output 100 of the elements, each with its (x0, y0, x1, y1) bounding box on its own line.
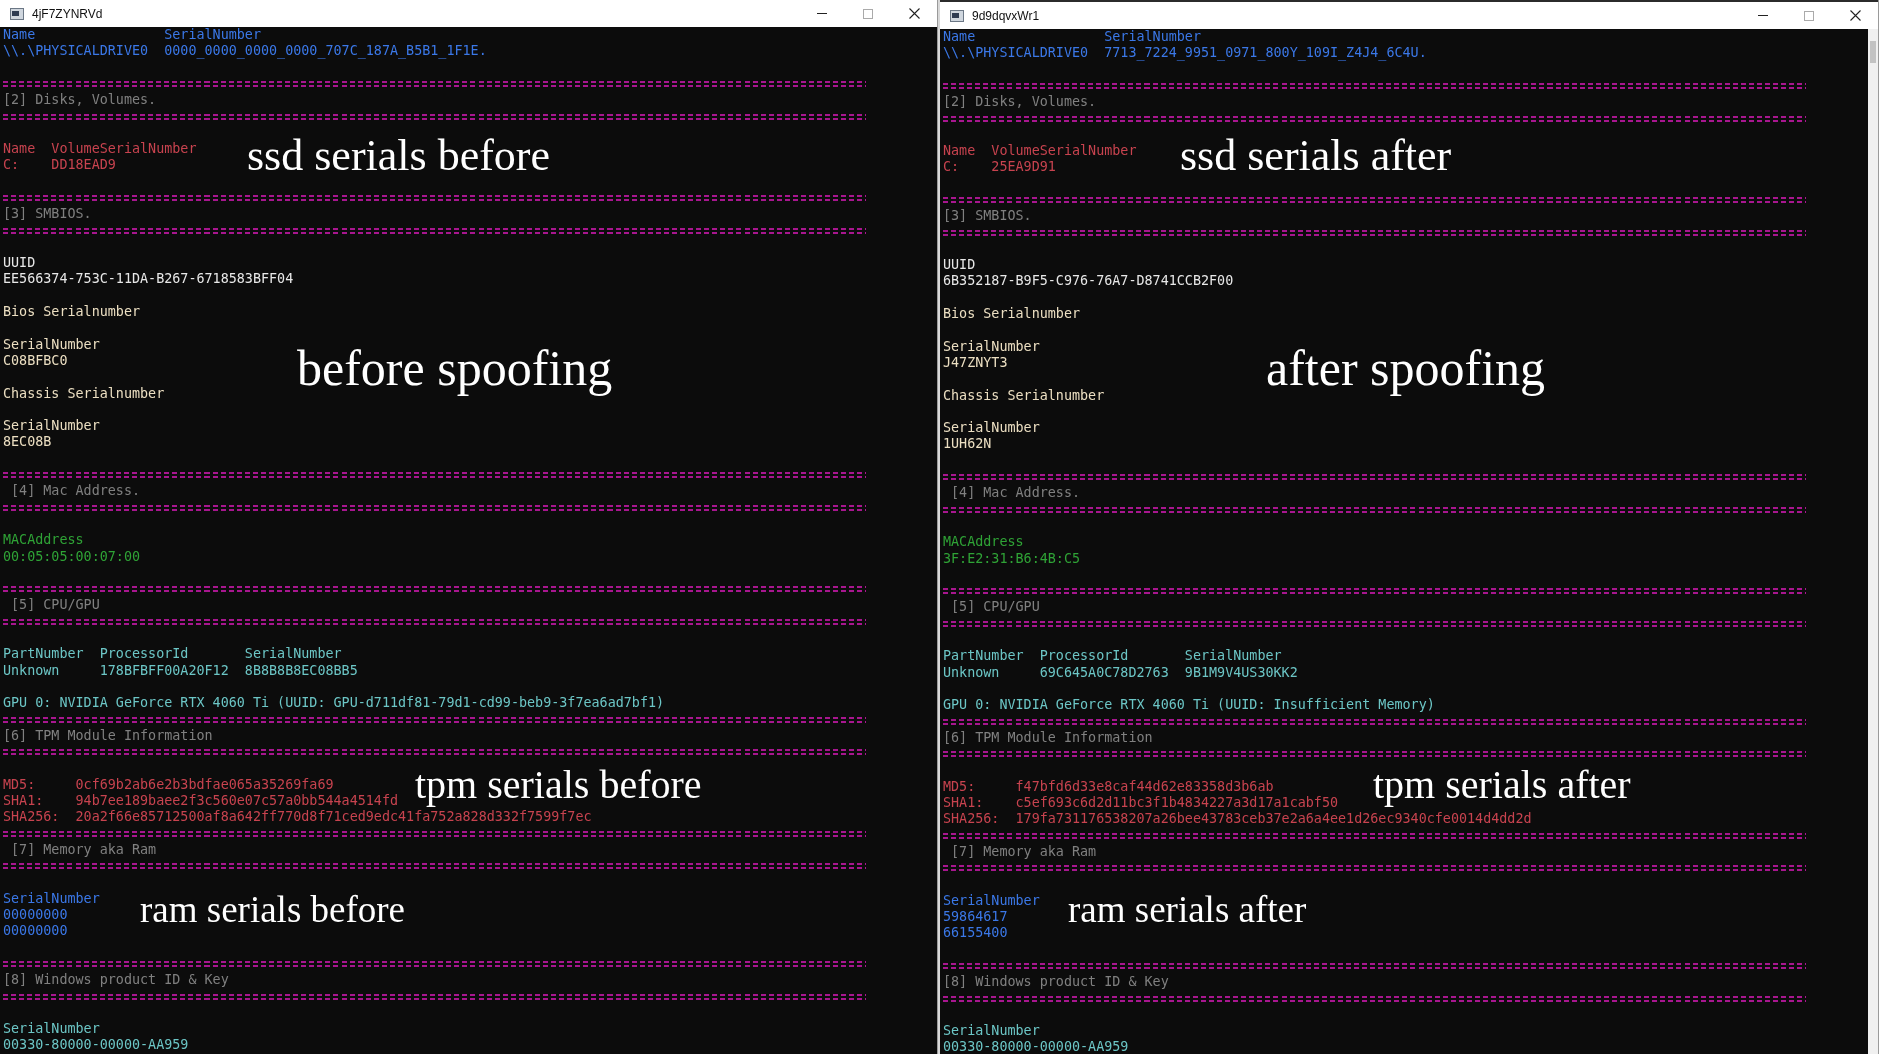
console-text: 0cf69b2ab6e2b3bdfae065a35269fa69 (75, 776, 334, 793)
console-text: 00330-80000-00000-AA959 (3, 1037, 189, 1053)
console-text: MACAddress (3, 532, 84, 548)
maximize-icon (1804, 10, 1814, 21)
annotation-label: tpm serials after (1373, 763, 1631, 807)
console-text: UUID (943, 257, 976, 273)
section-heading: [3] SMBIOS. (943, 208, 1032, 224)
console-icon (10, 7, 24, 20)
annotation-label: ssd serials after (1180, 131, 1452, 181)
minimize-icon (817, 13, 827, 14)
console-text: 3F:E2:31:B6:4B:C5 (943, 550, 1081, 566)
annotation-label: ram serials after (1068, 889, 1307, 931)
console-text: 7713_7224_9951_0971_800Y_109I_Z4J4_6C4U. (1104, 45, 1427, 62)
console-text: SerialNumber (943, 1023, 1040, 1039)
column-heading: SerialNumber (1104, 29, 1201, 46)
console-text: SerialNumber (943, 338, 1040, 354)
console-text: GPU 0: NVIDIA GeForce RTX 4060 Ti (UUID: Insufficient Memory) (943, 697, 1435, 713)
console-text: 9B1M9V4US30KK2 (1184, 664, 1298, 681)
section-heading: [6] TPM Module Information (3, 727, 213, 743)
section-heading: [5] CPU/GPU (11, 597, 100, 613)
console-text: 20a2f66e85712500af8a642ff770d8f71ced9edc41fa752a828d332f7599f7ec (75, 809, 592, 826)
console-text: 69C645A0C78D2763 (1039, 664, 1169, 681)
console-text: C: (943, 159, 960, 176)
console-text: 178BFBFF00A20F12 (99, 662, 229, 679)
console-text: GPU 0: NVIDIA GeForce RTX 4060 Ti (UUID: GPU-d711df81-79d1-cd99-beb9-3f7ea6ad7bf1) (3, 695, 665, 711)
console-text: 6B352187-B9F5-C976-76A7-D8741CCB2F00 (943, 273, 1234, 289)
annotation-label: ssd serials before (247, 131, 550, 181)
console-text: f47bfd6d33e8caf44d62e83358d3b6ab (1015, 778, 1274, 795)
console-text: Unknown (3, 662, 60, 679)
console-text: SerialNumber (3, 336, 100, 352)
console-text: 00:05:05:00:07:00 (3, 548, 141, 564)
console-text: Bios Serialnumber (943, 306, 1081, 322)
section-heading: [2] Disks, Volumes. (943, 94, 1097, 110)
console-text: 00000000 (3, 923, 68, 940)
console-text: 66155400 (943, 925, 1008, 942)
console-text: SHA1: (943, 794, 984, 812)
console-text: Chassis Serialnumber (943, 387, 1105, 403)
close-icon (908, 8, 920, 19)
console-text: \\.\PHYSICALDRIVE0 (943, 45, 1089, 62)
console-icon (950, 9, 964, 22)
close-icon (1849, 10, 1861, 21)
column-heading: PartNumber (943, 648, 1024, 665)
console-text: SerialNumber (943, 420, 1040, 436)
section-heading: [5] CPU/GPU (951, 599, 1040, 615)
scrollbar-thumb[interactable] (1870, 41, 1876, 63)
column-heading: SerialNumber (164, 27, 261, 44)
console-text: SHA1: (3, 792, 44, 810)
console-text: Bios Serialnumber (3, 304, 141, 320)
section-heading: [4] Mac Address. (11, 483, 141, 499)
console-text: EE566374-753C-11DA-B267-6718583BFF04 (3, 271, 294, 287)
column-heading: SerialNumber (244, 646, 342, 663)
console-text: SHA256: (3, 809, 60, 826)
section-heading: [2] Disks, Volumes. (3, 92, 157, 108)
section-heading: [6] TPM Module Information (943, 729, 1153, 745)
console-text: 00330-80000-00000-AA959 (943, 1039, 1129, 1054)
console-text: 8EC08B (3, 434, 52, 450)
column-heading: SerialNumber (3, 890, 100, 908)
section-heading: [7] Memory aka Ram (951, 843, 1097, 859)
console-text: SerialNumber (3, 1021, 100, 1037)
console-text: Unknown (943, 664, 1000, 681)
console-text: SerialNumber (3, 418, 100, 434)
console-text: C08BFBC0 (3, 352, 68, 368)
column-heading: SerialNumber (1184, 648, 1282, 665)
section-heading: [8] Windows product ID & Key (943, 974, 1169, 990)
scrollbar[interactable] (1868, 29, 1878, 1054)
section-heading: [8] Windows product ID & Key (3, 972, 229, 988)
annotation-label: ram serials before (140, 889, 406, 931)
column-heading: VolumeSerialNumber (991, 143, 1137, 160)
minimize-icon (1758, 15, 1768, 16)
window-title: 9d9dqvxWr1 (972, 8, 1041, 23)
console-text: 94b7ee189baee2f3c560e07c57a0bb544a4514fd (75, 792, 399, 810)
column-heading: ProcessorId (99, 646, 189, 663)
console-text: \\.\PHYSICALDRIVE0 (3, 43, 149, 60)
console-text: Chassis Serialnumber (3, 385, 165, 401)
console-text: 8B8B8B8EC08BB5 (244, 662, 358, 679)
console-text: MD5: (943, 778, 976, 795)
console-text: J47ZNYT3 (943, 354, 1008, 370)
section-heading: [4] Mac Address. (951, 485, 1081, 501)
console-text: UUID (3, 255, 36, 271)
console-text: 0000_0000_0000_0000_707C_187A_B5B1_1F1E. (164, 43, 487, 60)
console-text: 1UH62N (943, 436, 992, 452)
column-heading: ProcessorId (1039, 648, 1129, 665)
section-heading: [7] Memory aka Ram (11, 841, 157, 857)
section-heading: [3] SMBIOS. (3, 206, 92, 222)
console-text: MD5: (3, 776, 36, 793)
column-heading: SerialNumber (943, 892, 1040, 910)
console-text: SHA256: (943, 811, 1000, 828)
annotation-label: before spoofing (297, 340, 613, 396)
console-text: 00000000 (3, 907, 68, 924)
column-heading: Name (3, 141, 36, 158)
console-text: c5ef693c6d2d11bc3f1b4834227a3d17a1cabf50 (1015, 794, 1339, 812)
annotation-label: tpm serials before (415, 763, 702, 807)
console-text: 59864617 (943, 909, 1008, 926)
column-heading: Name (943, 143, 976, 160)
window-title: 4jF7ZYNRVd (32, 6, 104, 21)
column-heading: VolumeSerialNumber (51, 141, 197, 158)
console-text: 179fa731176538207a26bee43783ceb37e2a6a4ee1d26ec9340cfe0014d4dd2d (1015, 811, 1532, 828)
column-heading: Name (943, 29, 976, 46)
column-heading: Name (3, 27, 36, 44)
console-text: DD18EAD9 (51, 157, 116, 174)
